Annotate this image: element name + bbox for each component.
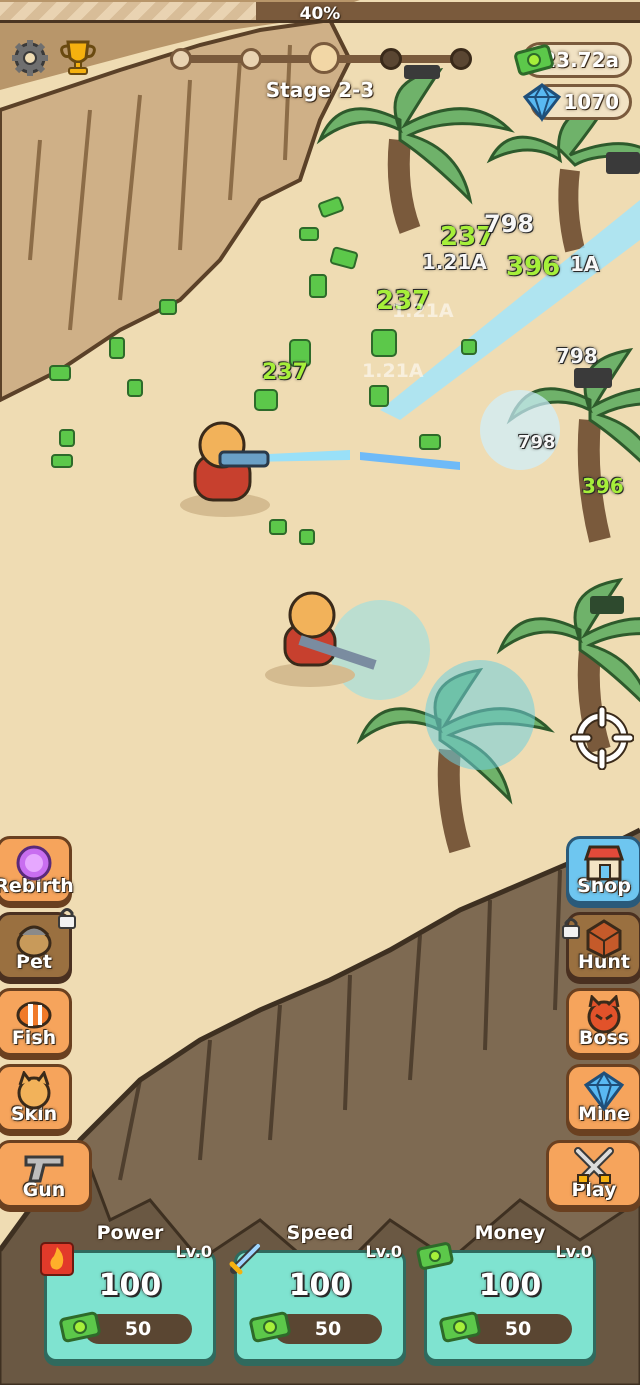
skin-button[interactable]: Skin (0, 1064, 72, 1132)
boss-button[interactable]: Boss (566, 988, 640, 1056)
cash-icon (439, 1311, 481, 1343)
trophy-icon (60, 40, 96, 75)
impact-flash (480, 390, 560, 470)
upgrade-title: Power (96, 1222, 164, 1244)
auto-aim-button[interactable] (569, 705, 635, 771)
damage-number: 237 (262, 360, 308, 385)
upgrade-value: 100 (478, 1268, 542, 1303)
gem-counter: 1070 (522, 83, 632, 123)
enemy-healthbar (590, 596, 624, 614)
damage-number: 798 (484, 210, 535, 238)
leaderboard-button[interactable] (56, 36, 100, 80)
play-button[interactable]: Play (546, 1140, 640, 1208)
stage-step-4 (380, 48, 402, 70)
upgrade-money[interactable]: Money Lv.0 100 50 (416, 1222, 596, 1362)
hunt-crate-icon (586, 919, 622, 959)
mine-button[interactable]: Mine (566, 1064, 640, 1132)
boss-icon (587, 995, 621, 1034)
gun-button[interactable]: Gun (0, 1140, 92, 1208)
rebirth-button[interactable]: Rebirth (0, 836, 74, 904)
clownfish-icon (16, 1001, 52, 1029)
impact-bubble (425, 660, 535, 770)
damage-number: 1.21A (392, 300, 454, 322)
enemy-healthbar (574, 368, 612, 388)
upgrade-level: Lv.0 (175, 1242, 212, 1261)
upgrade-level: Lv.0 (555, 1242, 592, 1261)
wave-progress-label: 40% (299, 4, 341, 24)
game-scene (0, 0, 640, 1385)
gem-icon (522, 83, 562, 123)
gem-value: 1070 (563, 90, 619, 114)
upgrade-speed[interactable]: Speed Lv.0 100 50 (229, 1222, 406, 1362)
cat-skin-icon (17, 1071, 51, 1110)
stage-tracker (170, 42, 472, 74)
damage-number: 1.21A (422, 250, 487, 274)
settings-button[interactable] (8, 36, 52, 80)
upgrade-level: Lv.0 (365, 1242, 402, 1261)
upgrade-power[interactable]: Power Lv.0 100 50 (40, 1222, 216, 1362)
upgrade-value: 100 (98, 1268, 162, 1303)
cash-icon (59, 1311, 101, 1343)
damage-number: 1.21A (362, 360, 424, 382)
crosshair-icon (569, 705, 635, 771)
enemy-healthbar (606, 152, 640, 174)
pet-icon (16, 925, 52, 958)
fish-button[interactable]: Fish (0, 988, 72, 1056)
stage-step-1 (170, 48, 192, 70)
cash-icon (514, 44, 554, 76)
cash-icon (249, 1311, 291, 1343)
damage-number: 798 (518, 432, 556, 453)
crossed-swords-icon (574, 1147, 614, 1184)
gem-icon (583, 1071, 625, 1111)
lock-icon (562, 918, 580, 939)
pistol-icon (24, 1155, 64, 1183)
stage-step-2 (240, 48, 262, 70)
shop-button[interactable]: Shop (566, 836, 640, 904)
damage-number: 798 (556, 344, 598, 368)
gear-icon (12, 40, 48, 76)
stage-label: Stage 2-3 (265, 78, 375, 102)
rebirth-orb-icon (16, 845, 52, 881)
money-counter: 23.72a (514, 42, 632, 78)
stage-step-5 (450, 48, 472, 70)
wave-progress: 40% (0, 0, 640, 30)
damage-number: 396 (582, 474, 624, 498)
damage-number: 396 (506, 252, 561, 282)
shop-icon (583, 845, 625, 881)
upgrade-value: 100 (288, 1268, 352, 1303)
stage-step-current (308, 42, 340, 74)
lock-icon (58, 908, 76, 929)
damage-number: 1A (570, 252, 600, 276)
